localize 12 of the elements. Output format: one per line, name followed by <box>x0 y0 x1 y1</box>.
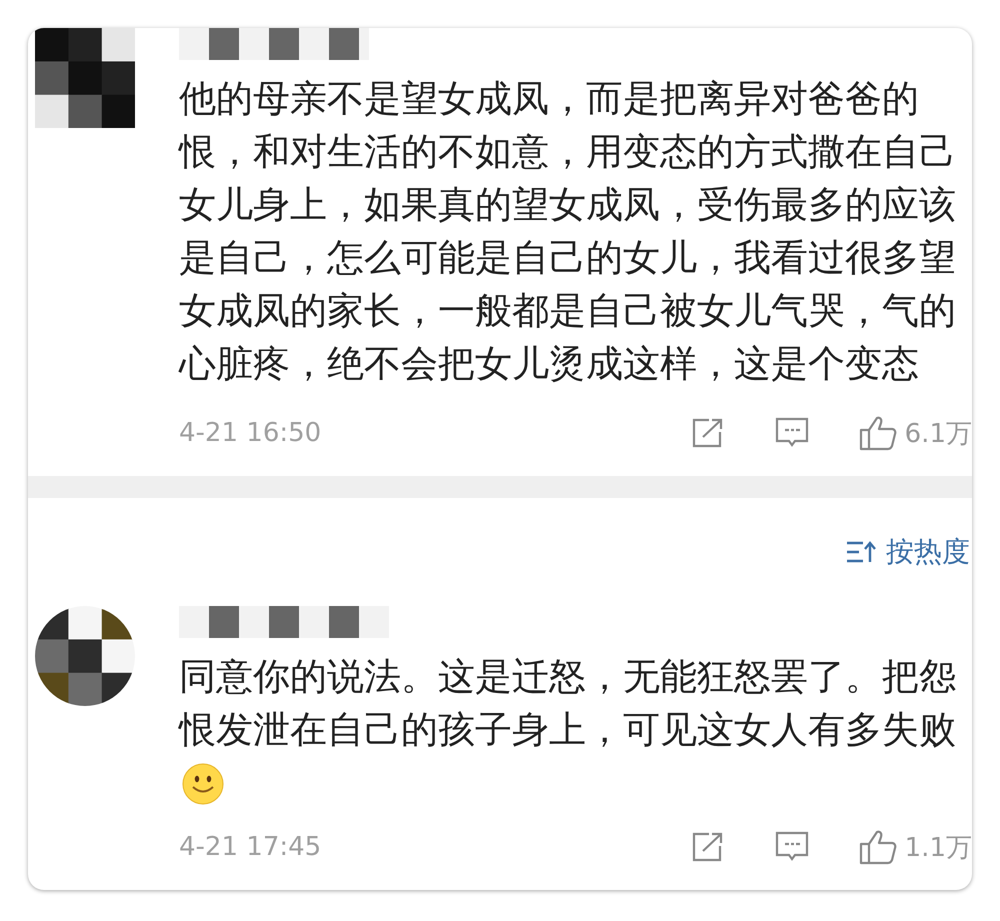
comment-time: 4-21 16:50 <box>179 418 322 448</box>
like-count: 6.1万 <box>904 418 972 450</box>
sort-icon <box>846 540 876 564</box>
comment-time: 4-21 17:45 <box>179 832 322 862</box>
like-count: 1.1万 <box>904 832 972 864</box>
thumbs-up-icon[interactable] <box>858 415 897 451</box>
sort-button[interactable]: 按热度 <box>846 533 970 571</box>
share-icon[interactable] <box>690 417 725 449</box>
comment-text: 他的母亲不是望女成凤，而是把离异对爸爸的恨，和对生活的不如意，用变态的方式撒在自己女儿身上，如果真的望女成凤，受伤最多的应该是自己，怎么可能是自己的女儿，我看过很多望女成凤的家长，一般都是自己被女儿气哭，气的心脏疼，绝不会把女儿烫成这样，这是个变态 <box>179 76 957 387</box>
comment-text: 同意你的说法。这是迁怒，无能狂怒罢了。把怨恨发泄在自己的孩子身上，可见这女人有多失败 <box>179 654 957 753</box>
thumbs-up-icon[interactable] <box>858 829 897 865</box>
share-icon[interactable] <box>690 831 725 863</box>
